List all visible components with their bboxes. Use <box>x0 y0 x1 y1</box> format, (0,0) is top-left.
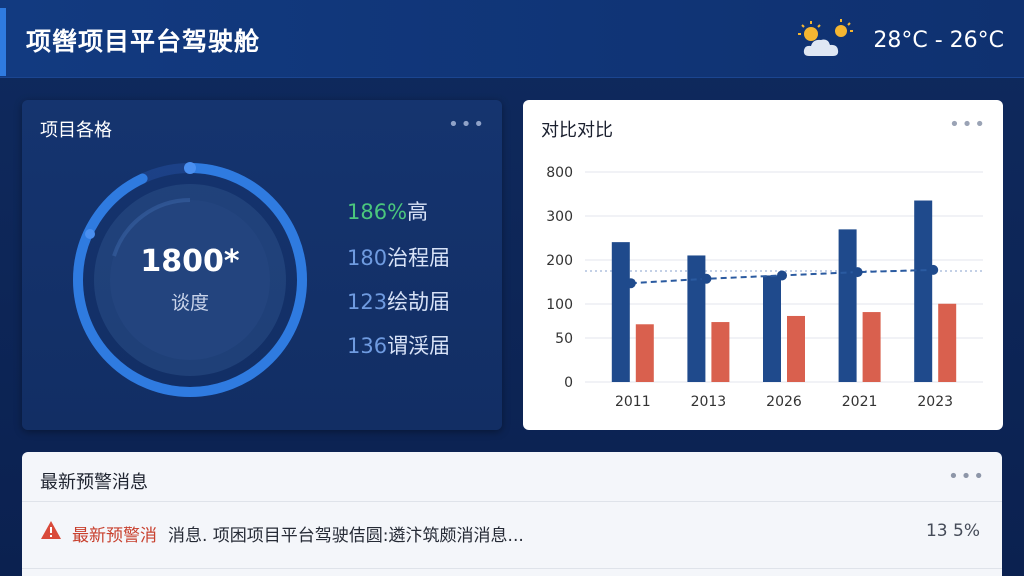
header-accent-bar <box>0 8 6 76</box>
gauge-marker-left <box>85 229 95 239</box>
partly-cloudy-icon <box>798 19 854 56</box>
page-title: 项辔项目平台驾驶舱 <box>26 27 261 56</box>
warning-icon <box>41 521 61 539</box>
x-tick-label: 2021 <box>842 394 878 410</box>
x-tick-label: 2026 <box>766 394 802 410</box>
stat-label: 高 <box>407 200 429 224</box>
comparison-chart: 0 50 100 200 300 800 2011 2013 2026 2021 2023 <box>546 165 983 410</box>
trend-point <box>852 267 863 278</box>
stat-item: 136谓渓届 <box>347 330 450 360</box>
stat-item: 186%高 <box>347 196 428 226</box>
stat-number: 180 <box>347 246 388 270</box>
y-tick-label: 300 <box>546 209 573 225</box>
stat-number: 136 <box>347 334 388 358</box>
stat-label: 绘劼届 <box>387 290 451 314</box>
comparison-panel: 对比对比 ••• 0 50 100 200 300 800 2011 2013 2026 2021… <box>523 100 1003 430</box>
temperature-range: 28°C - 26°C <box>873 27 1004 53</box>
more-dots-icon[interactable]: ••• <box>948 466 986 487</box>
bar-series-2 <box>635 324 654 382</box>
alert-tag: 最新预警消 <box>72 526 157 546</box>
bar-series-2 <box>787 315 805 382</box>
stat-item: 180治程届 <box>347 242 450 272</box>
trend-point <box>701 273 712 284</box>
bar-series-1 <box>763 275 781 382</box>
more-dots-icon[interactable]: ••• <box>448 114 486 135</box>
overview-panel: 项目各格 ••• 1800* 谈度 186%高 180治程届 123绘劼届 13… <box>22 100 502 430</box>
stat-number: 123 <box>347 290 388 314</box>
trend-point <box>777 270 787 281</box>
alerts-header: 最新预警消息 ••• <box>22 452 1002 502</box>
stat-item: 123绘劼届 <box>347 286 450 316</box>
y-tick-label: 800 <box>546 165 573 181</box>
gauge-label: 谈度 <box>170 292 209 314</box>
bar-series-1 <box>611 242 630 382</box>
y-tick-label: 0 <box>564 375 573 391</box>
x-tick-label: 2013 <box>691 394 727 410</box>
alert-value: 13 5% <box>925 521 980 541</box>
progress-gauge <box>73 162 307 397</box>
alert-divider <box>22 568 1002 569</box>
bar-series-1 <box>687 255 706 382</box>
weather-widget: 28°C - 26°C <box>795 18 1004 62</box>
top-header: 项辔项目平台驾驶舱 28°C - 26°C <box>0 0 1024 78</box>
bar-series-1 <box>838 229 857 382</box>
trend-point <box>928 264 939 275</box>
bar-series-2 <box>938 303 957 382</box>
stat-label: 治程届 <box>387 246 451 270</box>
bar-series-1 <box>914 200 933 382</box>
gauge-marker-top <box>184 162 196 174</box>
alerts-panel: 最新预警消息 ••• 最新预警消 消息. 项困项目平台驾驶佶圆:遴汴筑颇消消息.… <box>22 452 1002 576</box>
alert-message: 消息. 项困项目平台驾驶佶圆:遴汴筑颇消消息... <box>168 526 524 546</box>
bar-series-2 <box>862 312 881 382</box>
alerts-title: 最新预警消息 <box>40 472 148 493</box>
y-tick-label: 200 <box>546 253 573 269</box>
x-tick-label: 2023 <box>917 394 953 410</box>
gauge-value: 1800* <box>140 244 240 279</box>
stat-number: 186% <box>347 200 408 224</box>
trend-point <box>625 278 636 289</box>
stat-label: 谓渓届 <box>387 334 451 358</box>
alert-item[interactable]: 最新预警消 消息. 项困项目平台驾驶佶圆:遴汴筑颇消消息... 13 5% <box>40 518 984 548</box>
overview-title: 项目各格 <box>40 120 112 141</box>
y-tick-label: 100 <box>546 297 573 313</box>
bar-series-2 <box>711 322 730 382</box>
x-tick-label: 2011 <box>615 394 651 410</box>
y-tick-label: 50 <box>555 331 573 347</box>
